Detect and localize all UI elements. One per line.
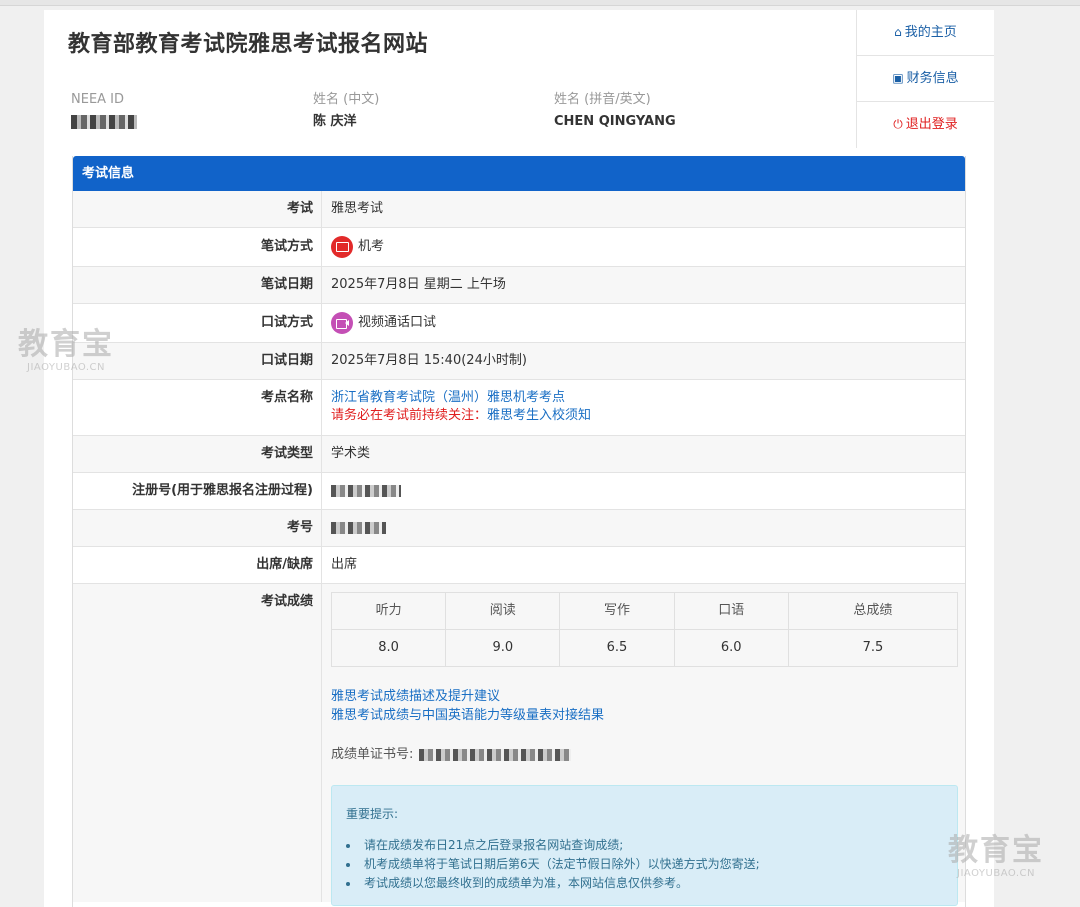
- panel-title: 考试信息: [73, 156, 965, 191]
- row-written-date-key: 笔试日期: [73, 267, 322, 303]
- row-exam-key: 考试: [73, 191, 322, 227]
- side-nav: ⌂ 我的主页 ▣ 财务信息 ⏻ 退出登录: [856, 10, 994, 148]
- nav-finance-label: 财务信息: [906, 71, 959, 86]
- row-speaking-mode-value: 视频通话口试: [322, 304, 965, 342]
- name-cn-label: 姓名 (中文): [313, 92, 380, 107]
- score-header: 阅读: [445, 592, 561, 630]
- score-header: 写作: [559, 592, 675, 630]
- watermark-right-text: 教育宝: [948, 833, 1044, 868]
- score-reading: 9.0: [445, 629, 561, 667]
- row-scores-key: 考试成绩: [73, 584, 322, 902]
- video-call-icon: [331, 312, 353, 334]
- score-writing: 6.5: [559, 629, 675, 667]
- name-cn-value: 陈 庆洋: [313, 114, 357, 129]
- nav-home[interactable]: ⌂ 我的主页: [857, 10, 994, 56]
- score-header: 口语: [673, 592, 789, 630]
- row-written-mode-value: 机考: [322, 228, 965, 266]
- notice-item: 请在成绩发布日21点之后登录报名网站查询成绩;: [360, 836, 943, 855]
- score-header: 总成绩: [787, 592, 959, 630]
- written-mode-text: 机考: [358, 239, 385, 254]
- top-border: [0, 0, 1080, 6]
- row-candidate-key: 考号: [73, 510, 322, 546]
- row-attendance-key: 出席/缺席: [73, 547, 322, 583]
- score-table: 听力 阅读 写作 口语 总成绩 8.0 9.0 6.5 6.0 7.5: [330, 592, 959, 667]
- name-cn-block: 姓名 (中文) 陈 庆洋: [313, 90, 379, 132]
- notice-item: 考试成绩以您最终收到的成绩单为准，本网站信息仅供参考。: [360, 874, 943, 893]
- notice-list: 请在成绩发布日21点之后登录报名网站查询成绩; 机考成绩单将于笔试日期后第6天（…: [360, 836, 943, 893]
- important-notice: 重要提示: 请在成绩发布日21点之后登录报名网站查询成绩; 机考成绩单将于笔试日…: [331, 785, 958, 906]
- row-type: 考试类型 学术类: [73, 436, 965, 473]
- row-venue-key: 考点名称: [73, 380, 322, 435]
- row-attendance: 出席/缺席 出席: [73, 547, 965, 584]
- name-en-label: 姓名 (拼音/英文): [554, 92, 651, 107]
- row-speaking-mode: 口试方式 视频通话口试: [73, 304, 965, 343]
- score-header-row: 听力 阅读 写作 口语 总成绩: [330, 592, 959, 630]
- row-candidate: 考号: [73, 510, 965, 547]
- exam-info-panel: 考试信息 考试 雅思考试 笔试方式 机考 笔试日期 2025年7月8日 星期二 …: [72, 156, 966, 907]
- row-speaking-date: 口试日期 2025年7月8日 15:40(24小时制): [73, 343, 965, 380]
- nav-logout-label: 退出登录: [905, 117, 958, 132]
- neea-id-label: NEEA ID: [71, 92, 125, 107]
- row-registration-value-masked: [322, 473, 965, 509]
- name-en-value: CHEN QINGYANG: [554, 114, 676, 129]
- row-written-date-value: 2025年7月8日 星期二 上午场: [331, 277, 506, 292]
- row-written-mode-key: 笔试方式: [73, 228, 322, 266]
- row-written-mode: 笔试方式 机考: [73, 228, 965, 267]
- speaking-mode-text: 视频通话口试: [358, 315, 437, 330]
- briefcase-icon: ▣: [892, 71, 904, 85]
- row-registration-key: 注册号(用于雅思报名注册过程): [73, 473, 322, 509]
- row-venue: 考点名称 浙江省教育考试院（温州）雅思机考考点 请务必在考试前持续关注：雅思考生…: [73, 380, 965, 436]
- score-comparison-link[interactable]: 雅思考试成绩与中国英语能力等级量表对接结果: [331, 706, 965, 725]
- row-scores: 考试成绩 听力 阅读 写作 口语 总成绩 8.0 9.0 6.5 6.0 7.5…: [73, 584, 965, 906]
- score-value-row: 8.0 9.0 6.5 6.0 7.5: [330, 629, 959, 667]
- name-en-block: 姓名 (拼音/英文) CHEN QINGYANG: [554, 90, 676, 132]
- watermark-right: 教育宝 JIAOYUBAO.CN: [948, 836, 1044, 879]
- venue-warning: 请务必在考试前持续关注：: [331, 408, 488, 423]
- row-attendance-value: 出席: [331, 557, 358, 572]
- row-registration: 注册号(用于雅思报名注册过程): [73, 473, 965, 510]
- row-written-date: 笔试日期 2025年7月8日 星期二 上午场: [73, 267, 965, 304]
- cert-value-masked: [419, 749, 572, 761]
- venue-link[interactable]: 浙江省教育考试院（温州）雅思机考考点: [331, 389, 965, 407]
- score-overall: 7.5: [787, 629, 959, 667]
- neea-id-value-masked: [71, 110, 137, 133]
- cert-number: 成绩单证书号:: [331, 745, 965, 765]
- power-icon: ⏻: [893, 117, 903, 131]
- row-exam-value: 雅思考试: [331, 201, 384, 216]
- row-type-value: 学术类: [331, 446, 371, 461]
- row-type-key: 考试类型: [73, 436, 322, 472]
- score-listening: 8.0: [330, 629, 447, 667]
- cert-label: 成绩单证书号:: [331, 747, 414, 762]
- home-icon: ⌂: [894, 25, 902, 39]
- row-speaking-date-value: 2025年7月8日 15:40(24小时制): [331, 353, 527, 368]
- watermark-left-url: JIAOYUBAO.CN: [27, 362, 105, 373]
- score-speaking: 6.0: [673, 629, 789, 667]
- venue-notice-link[interactable]: 雅思考生入校须知: [487, 408, 591, 423]
- watermark-left-text: 教育宝: [18, 327, 114, 362]
- nav-logout[interactable]: ⏻ 退出登录: [857, 102, 994, 148]
- neea-id-block: NEEA ID: [71, 90, 137, 133]
- computer-icon: [331, 236, 353, 258]
- score-description-link[interactable]: 雅思考试成绩描述及提升建议: [331, 687, 965, 706]
- site-title: 教育部教育考试院雅思考试报名网站: [68, 32, 429, 57]
- nav-home-label: 我的主页: [904, 25, 957, 40]
- notice-title: 重要提示:: [346, 807, 399, 821]
- row-candidate-value-masked: [322, 510, 965, 546]
- nav-finance[interactable]: ▣ 财务信息: [857, 56, 994, 102]
- row-scores-value: 听力 阅读 写作 口语 总成绩 8.0 9.0 6.5 6.0 7.5 雅思考试…: [322, 584, 965, 906]
- watermark-left: 教育宝 JIAOYUBAO.CN: [18, 330, 114, 373]
- watermark-right-url: JIAOYUBAO.CN: [957, 868, 1035, 879]
- page-container: 教育部教育考试院雅思考试报名网站 NEEA ID 姓名 (中文) 陈 庆洋 姓名…: [44, 10, 994, 907]
- page-header: 教育部教育考试院雅思考试报名网站 NEEA ID 姓名 (中文) 陈 庆洋 姓名…: [44, 10, 856, 148]
- row-exam: 考试 雅思考试: [73, 191, 965, 228]
- row-venue-value: 浙江省教育考试院（温州）雅思机考考点 请务必在考试前持续关注：雅思考生入校须知: [322, 380, 965, 435]
- score-header: 听力: [330, 592, 447, 630]
- notice-item: 机考成绩单将于笔试日期后第6天（法定节假日除外）以快递方式为您寄送;: [360, 855, 943, 874]
